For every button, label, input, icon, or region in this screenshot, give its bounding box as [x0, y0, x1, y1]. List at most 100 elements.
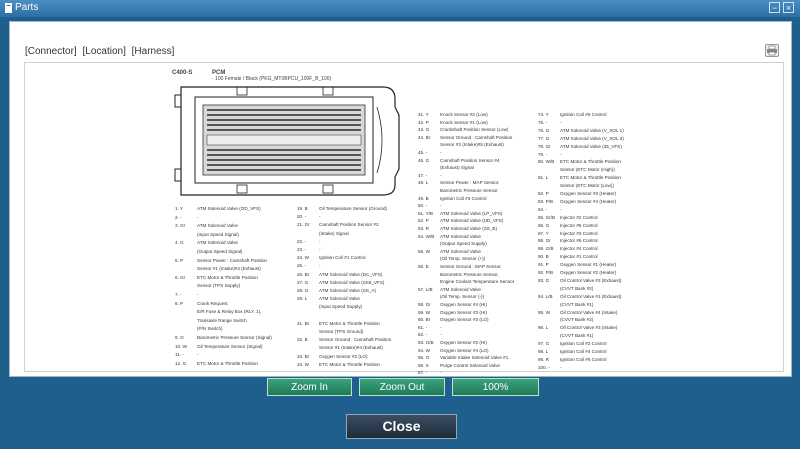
pin-row: 87. Y Injector #3 Control	[538, 231, 598, 237]
pin-row: 58. Gr Oxygen Sensor #4 (HI)	[418, 302, 487, 308]
pin-row: 80. W/B ETC Motor & Throttle Position	[538, 159, 621, 165]
pin-description: Oil Temperature Sensor (Ground)	[319, 206, 388, 211]
pin-row: Sensor (ETC Motor (Low))	[538, 183, 614, 189]
pin-description: Sensor Ground : Camshaft Position	[319, 337, 392, 343]
pin-number: 64. W	[418, 347, 430, 353]
parts-window: Parts − × [Connector] [Location] [Harnes…	[0, 0, 800, 449]
pin-description: Oxygen Sensor #3 (LO)	[440, 317, 489, 323]
pin-description: ETC Motor & Throttle Position	[197, 360, 258, 366]
minimize-button[interactable]: −	[769, 2, 780, 13]
print-button[interactable]	[765, 44, 779, 57]
pin-number: 24. W	[297, 255, 309, 261]
pin-description: Camshaft Position Sensor #2	[319, 222, 379, 228]
pin-row: Sensor (TPS Supply)	[175, 283, 240, 289]
pin-row: 7. - -	[175, 292, 199, 298]
pin-description: Sensor #1 (Intake)#4 (Exhaust)	[197, 266, 261, 272]
pin-row: 3. Gr ATM Solenoid Valve	[175, 223, 238, 229]
pin-number: 89. G/B	[538, 246, 554, 252]
pin-description: Sensor Ground : Camshaft Position	[440, 134, 513, 140]
pin-number: 84. -	[538, 206, 548, 212]
pin-row: (Output Speed Supply)	[418, 241, 487, 247]
pin-description: -	[440, 324, 442, 330]
pin-description: Oxygen Sensor #2 (Heater)	[560, 270, 617, 275]
pin-number: 76. G	[538, 127, 550, 133]
pin-number: 32. B	[297, 337, 308, 343]
zoom-reset-button[interactable]: 100%	[452, 378, 539, 396]
pin-number: 44. Br	[418, 134, 431, 140]
pin-description: Injector #4 Control	[560, 246, 598, 252]
pin-number: 12. G	[175, 360, 187, 366]
pin-row: 64. W Oxygen Sensor #4 (LO)	[418, 348, 489, 354]
pin-description: -	[560, 151, 562, 157]
pin-row: 78. Gr ATM Solenoid Valve (35_VFS)	[538, 144, 622, 150]
pin-row: 24. W Ignition Coil #1 Control	[297, 255, 365, 261]
pin-number: 2. -	[175, 214, 182, 220]
pin-description: ATM Solenoid Valve (V_SOL 3)	[560, 135, 624, 141]
pin-number: 25. -	[297, 263, 307, 269]
pin-row: 74. Y Ignition Coil #5 Control	[538, 112, 606, 118]
pin-row: 31. Br ETC Motor & Throttle Position	[297, 321, 380, 327]
pin-description: Injector #1 Control	[560, 254, 598, 260]
pin-description: (Oil Temp. Sensor (+))	[440, 256, 486, 262]
pin-description: Camshaft Position Sensor #4	[440, 157, 500, 163]
pin-number: 33. Br	[297, 353, 310, 359]
close-button[interactable]: Close	[346, 414, 457, 439]
pin-description: Oxygen Sensor #4 (Heater)	[560, 198, 617, 204]
pin-number: 96. L	[538, 325, 549, 331]
pin-row: 33. Br Oxygen Sensor #2 (LO)	[297, 354, 368, 360]
parts-icon	[5, 3, 12, 13]
zoom-out-button[interactable]: Zoom Out	[359, 378, 445, 396]
pin-row: (CVVT Bank #1)	[538, 302, 593, 308]
close-window-button[interactable]: ×	[783, 2, 794, 13]
tab-connector[interactable]: [Connector]	[25, 46, 77, 57]
pin-row: (Input Speed Signal)	[175, 232, 239, 238]
pin-description: ATM Solenoid Valve (DC_VFS)	[319, 271, 383, 277]
pin-row: Sensor #1 (Intake)#4 (Exhaust)	[297, 345, 383, 351]
pin-description: -	[560, 206, 562, 212]
pin-description: Knock Sensor #2 (Low)	[440, 112, 488, 117]
pin-row: 54. W/B ATM Solenoid Valve	[418, 234, 481, 240]
pin-row: 75. - -	[538, 120, 562, 126]
pin-row: 4. G ATM Solenoid Valve	[175, 240, 238, 246]
pin-row: 50. - -	[418, 203, 442, 209]
pin-description: ETC Motor & Throttle Position	[560, 159, 621, 165]
pin-row: 56. E Sensor Ground : MAP Sensor,	[418, 264, 502, 270]
pin-row: 34. W ETC Motor & Throttle Position	[297, 362, 380, 368]
pin-number: 22. -	[297, 238, 307, 244]
pin-description: Ignition Coil #2 Control	[560, 341, 607, 347]
pin-description: ETC Motor & Throttle Position	[197, 274, 258, 280]
pin-row: Barometric Pressure Sensor	[418, 188, 498, 194]
pin-number: 27. G	[297, 279, 309, 285]
connector-subtitle: - 100 Female / Black (PKG_MT0BPCU_100F_B…	[212, 76, 332, 82]
zoom-in-button[interactable]: Zoom In	[267, 378, 352, 396]
pin-number: 94. L/B	[538, 293, 553, 299]
pin-description: Oil Control Valve #2 (Exhaust)	[560, 277, 622, 283]
pin-description: (CVVT Bank #2)	[560, 285, 594, 291]
pin-number: 85. Gr/B	[538, 214, 556, 220]
pin-row: E/R Fuse & Relay Box (RLY. 1),	[175, 309, 261, 315]
pin-row: 57. L/B ATM Solenoid Valve	[418, 287, 481, 293]
pin-row: 5. P Sensor Power : Camshaft Position	[175, 258, 267, 264]
pin-row: 21. Gr Camshaft Position Sensor #2	[297, 222, 379, 228]
pin-row: 86. G Injector #5 Control	[538, 223, 598, 229]
pin-row: 66. S Purge Control Solenoid Valve	[418, 363, 500, 369]
pin-number: 58. Gr	[418, 302, 431, 307]
pin-row: 93. G Oil Control Valve #2 (Exhaust)	[538, 278, 621, 284]
pin-description: Variable Intake Solenoid Valve #1	[440, 355, 509, 361]
pin-description: Sensor #1 (Intake)#4 (Exhaust)	[319, 345, 383, 351]
pin-number: 47. -	[418, 172, 428, 178]
pin-description: Sensor Power : Camshaft Position	[197, 257, 267, 263]
pin-number: 9. O	[175, 335, 184, 340]
pin-description: -	[440, 370, 442, 376]
pin-description: Engine Coolant Temperature Sensor	[440, 279, 515, 285]
pin-row: 76. G ATM Solenoid Valve (V_SOL 1)	[538, 128, 624, 134]
pin-row: 83. P/B Oxygen Sensor #4 (Heater)	[538, 199, 616, 205]
pin-row: 12. G ETC Motor & Throttle Position	[175, 361, 258, 367]
tab-harness[interactable]: [Harness]	[132, 46, 175, 57]
pin-row: 32. B Sensor Ground : Camshaft Position	[297, 337, 391, 343]
pin-description: (Oil Temp. Sensor (-))	[440, 294, 485, 300]
pin-description: -	[319, 214, 321, 220]
pin-number: 62. -	[418, 332, 428, 338]
tab-location[interactable]: [Location]	[82, 46, 125, 57]
pin-description: Injector #3 Control	[560, 230, 598, 236]
